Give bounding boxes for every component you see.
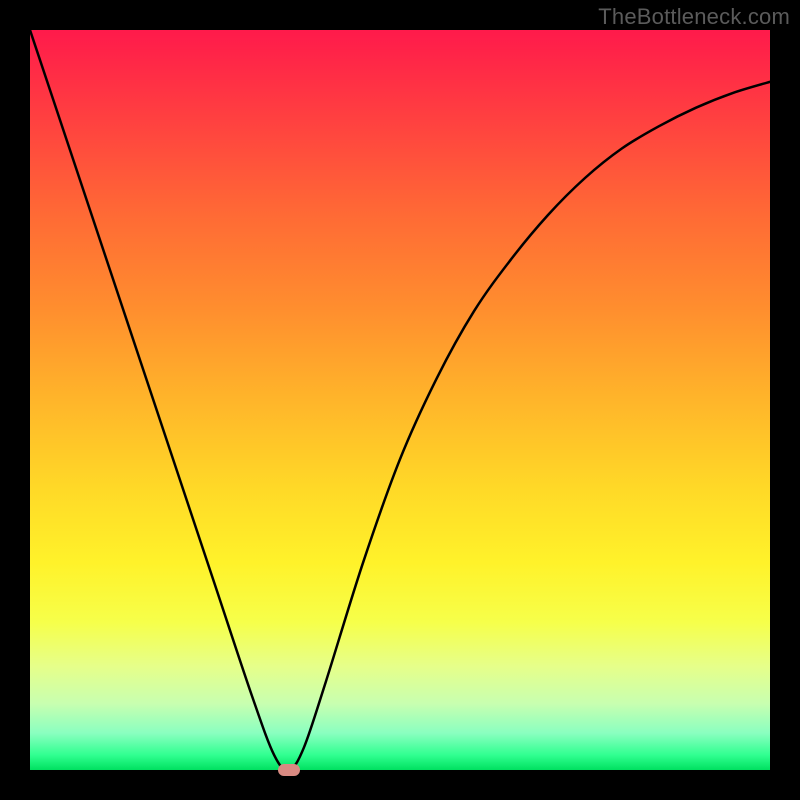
bottleneck-curve bbox=[30, 30, 770, 770]
watermark-text: TheBottleneck.com bbox=[598, 4, 790, 30]
chart-frame: TheBottleneck.com bbox=[0, 0, 800, 800]
optimal-marker bbox=[278, 764, 300, 776]
plot-area bbox=[30, 30, 770, 770]
